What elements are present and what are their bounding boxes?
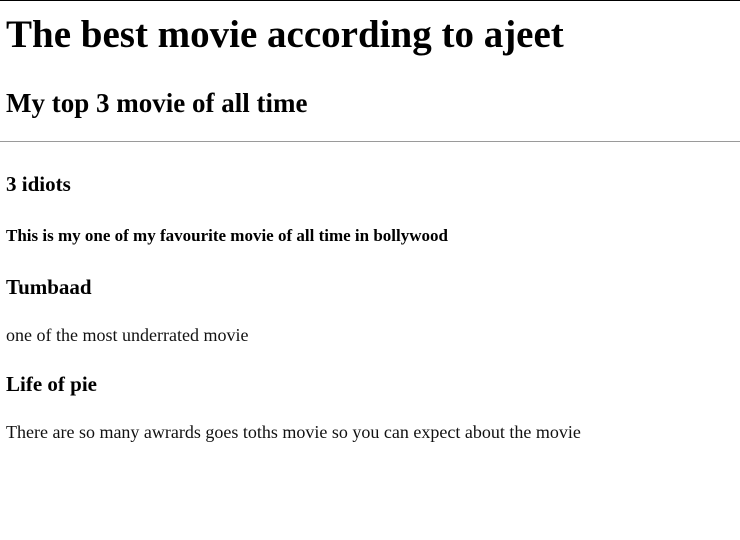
- page-subtitle: My top 3 movie of all time: [6, 88, 308, 118]
- movie-title-tumbaad: Tumbaad: [6, 275, 92, 299]
- divider: [0, 141, 740, 142]
- movie-description-3-idiots: This is my one of my favourite movie of …: [6, 226, 448, 245]
- page-title: The best movie according to ajeet: [6, 13, 564, 56]
- movie-description-life-of-pie: There are so many awrards goes toths mov…: [6, 422, 581, 442]
- movie-title-life-of-pie: Life of pie: [6, 372, 97, 396]
- movie-description-tumbaad: one of the most underrated movie: [6, 325, 249, 345]
- movie-title-3-idiots: 3 idiots: [6, 172, 71, 196]
